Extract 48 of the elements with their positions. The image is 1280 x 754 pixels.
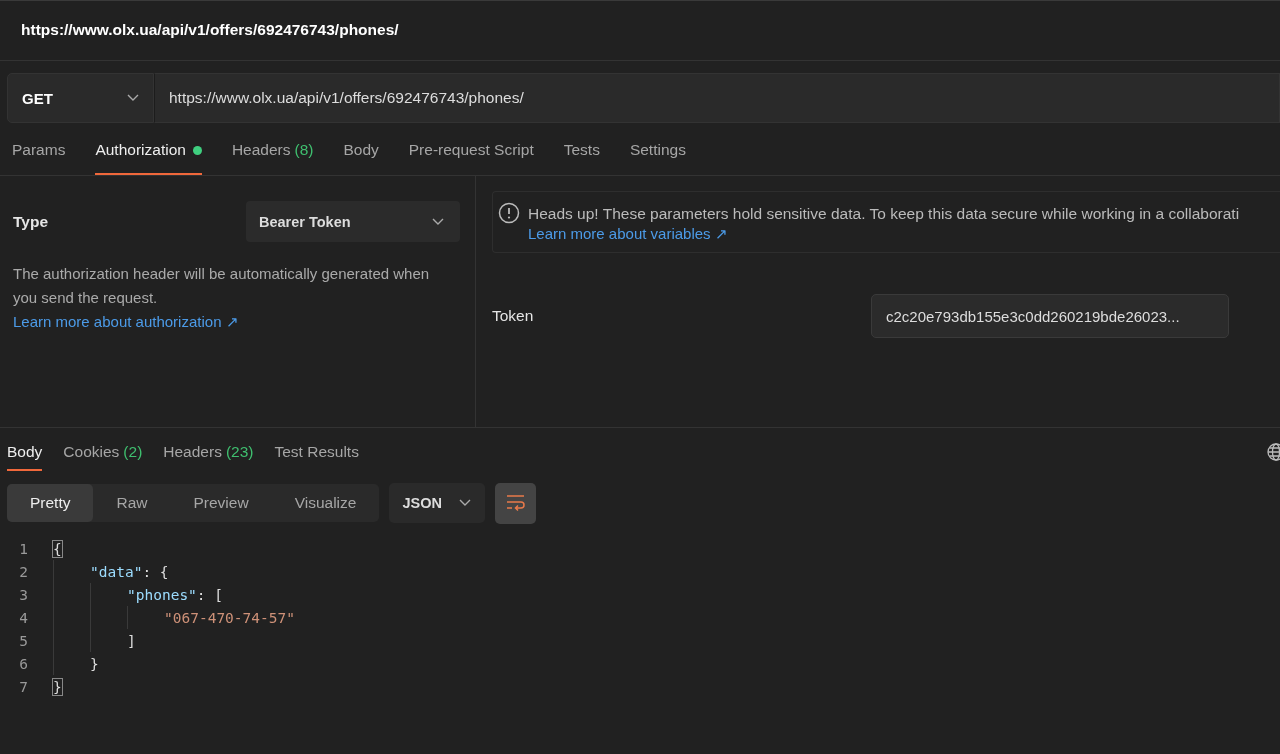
response-tab[interactable]: Cookies (2) bbox=[63, 431, 143, 471]
response-tab[interactable]: Headers (23) bbox=[163, 431, 254, 471]
tab-title[interactable]: https://www.olx.ua/api/v1/offers/692476743/phones/ bbox=[21, 21, 399, 39]
line-number: 7 bbox=[18, 678, 29, 695]
response-tab[interactable]: Test Results bbox=[274, 431, 359, 471]
warning-icon bbox=[498, 202, 520, 224]
request-tab[interactable]: Tests bbox=[563, 123, 600, 175]
code-line: "data": { bbox=[90, 563, 169, 580]
request-tab[interactable]: Settings bbox=[629, 123, 686, 175]
line-number: 6 bbox=[18, 655, 29, 672]
url-field[interactable]: https://www.olx.ua/api/v1/offers/692476743/phones/ bbox=[154, 73, 1280, 123]
view-mode-tab[interactable]: Preview bbox=[170, 484, 272, 522]
token-label: Token bbox=[492, 307, 535, 325]
line-number: 1 bbox=[18, 540, 29, 557]
request-tab[interactable]: Pre-request Script bbox=[408, 123, 534, 175]
view-mode-tab[interactable]: Visualize bbox=[271, 484, 380, 522]
method-dropdown[interactable]: GET bbox=[7, 73, 154, 123]
code-line: } bbox=[90, 655, 99, 672]
chevron-down-icon bbox=[459, 499, 472, 507]
line-number: 2 bbox=[18, 563, 29, 580]
auth-docs-link[interactable]: Learn more about authorization ↗ bbox=[13, 313, 239, 330]
line-number: 5 bbox=[18, 632, 29, 649]
auth-description: The authorization header will be automatically generated when you send the request. bbox=[13, 264, 431, 308]
type-label: Type bbox=[13, 212, 49, 231]
code-line: "067-470-74-57" bbox=[164, 609, 295, 626]
wrap-toggle-button[interactable] bbox=[495, 482, 537, 524]
token-field[interactable]: c2c20e793db155e3c0dd260219bde26023... bbox=[871, 294, 1229, 338]
globe-icon[interactable] bbox=[1266, 442, 1280, 462]
request-tab[interactable]: Params bbox=[12, 123, 66, 175]
chevron-down-icon bbox=[127, 94, 139, 102]
line-number: 4 bbox=[18, 609, 29, 626]
request-tab[interactable]: Headers (8) bbox=[231, 123, 314, 175]
format-dropdown[interactable]: JSON bbox=[389, 483, 486, 523]
code-line: "phones": [ bbox=[127, 586, 224, 603]
notice-text: Heads up! These parameters hold sensitive data. To keep this data secure while working in a collaborati bbox=[528, 204, 1240, 224]
code-line: } bbox=[53, 678, 62, 695]
response-tab[interactable]: Body bbox=[7, 431, 43, 471]
line-number: 3 bbox=[18, 586, 29, 603]
auth-type-dropdown[interactable]: Bearer Token bbox=[246, 201, 460, 242]
view-mode-tab[interactable]: Pretty bbox=[7, 484, 94, 522]
code-line: ] bbox=[127, 632, 136, 649]
wrap-lines-icon bbox=[505, 494, 526, 512]
chevron-down-icon bbox=[432, 217, 444, 226]
request-tab[interactable]: Authorization bbox=[95, 123, 202, 175]
variables-docs-link[interactable]: Learn more about variables ↗ bbox=[528, 225, 728, 242]
request-tab[interactable]: Body bbox=[343, 123, 379, 175]
view-mode-tab[interactable]: Raw bbox=[93, 484, 171, 522]
code-line: { bbox=[53, 540, 62, 557]
